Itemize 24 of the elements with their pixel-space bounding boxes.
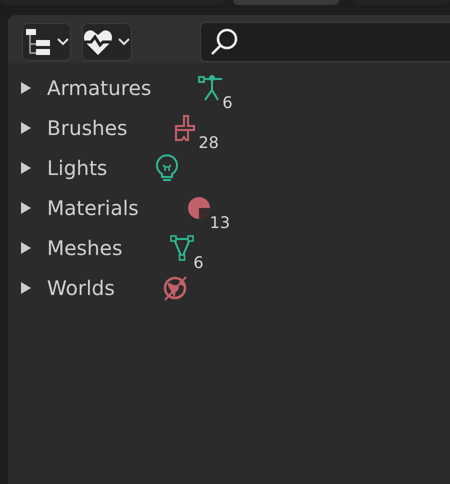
tree-item-label[interactable]: Brushes — [47, 116, 128, 140]
caret-right-icon[interactable] — [20, 122, 32, 134]
caret-right-icon[interactable] — [20, 162, 32, 174]
tree-item-label[interactable]: Armatures — [47, 76, 152, 100]
caret-right-icon[interactable] — [20, 282, 32, 294]
filter-dropdown[interactable] — [82, 22, 132, 60]
item-count: 28 — [198, 133, 219, 152]
display-mode-dropdown[interactable] — [22, 22, 71, 60]
item-count: 6 — [222, 93, 233, 112]
caret-right-icon[interactable] — [20, 242, 32, 254]
chevron-down-icon — [117, 36, 131, 46]
chevron-down-icon — [56, 36, 70, 46]
search-icon — [209, 26, 239, 56]
search-field[interactable] — [200, 22, 450, 62]
caret-right-icon[interactable] — [20, 202, 32, 214]
heart-pulse-icon — [83, 28, 113, 56]
tree-list-icon — [24, 28, 52, 56]
tree-item-label[interactable]: Materials — [47, 196, 139, 220]
item-count: 6 — [193, 253, 204, 272]
tree-item-label[interactable]: Meshes — [47, 236, 122, 260]
tree-item-label[interactable]: Lights — [47, 156, 108, 180]
tree-item-label[interactable]: Worlds — [47, 276, 115, 300]
caret-right-icon[interactable] — [20, 82, 32, 94]
item-count: 13 — [210, 213, 230, 232]
